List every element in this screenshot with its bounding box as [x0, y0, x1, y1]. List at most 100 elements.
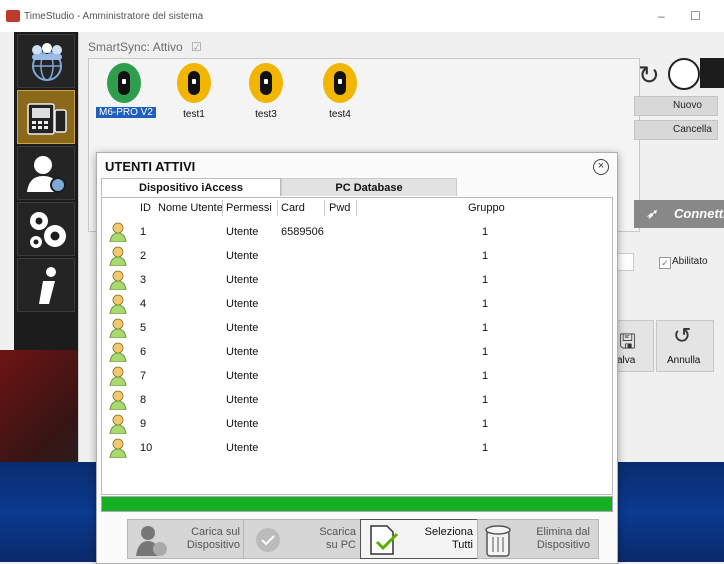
table-row[interactable]: 10 Utente 1 — [102, 436, 612, 460]
table-row[interactable]: 9 Utente 1 — [102, 412, 612, 436]
table-row[interactable]: 2 Utente 1 — [102, 244, 612, 268]
device-icon-test1[interactable] — [177, 63, 211, 103]
cell-id: 2 — [140, 250, 147, 262]
trash-icon — [485, 525, 511, 557]
device-icon-m6pro[interactable] — [107, 63, 141, 103]
save-button[interactable]: 🖫 alva — [612, 320, 654, 372]
select-all-icon — [370, 525, 399, 555]
cancel-edit-button[interactable]: ↺ Annulla — [656, 320, 714, 372]
maximize-button[interactable]: ☐ — [690, 9, 701, 23]
enabled-label: Abilitato — [672, 256, 708, 267]
connect-button[interactable]: ➶ Connetti — [634, 200, 724, 228]
device-label[interactable]: test3 — [238, 109, 294, 120]
device-icon-test4[interactable] — [323, 63, 357, 103]
cell-permissions: Utente — [226, 250, 259, 262]
cell-id: 5 — [140, 322, 147, 334]
user-settings-icon[interactable] — [17, 146, 75, 200]
progress-bar — [101, 496, 613, 512]
table-row[interactable]: 7 Utente 1 — [102, 364, 612, 388]
cell-permissions: Utente — [226, 226, 259, 238]
cell-permissions: Utente — [226, 370, 259, 382]
device-label[interactable]: test1 — [166, 109, 222, 120]
user-avatar-icon — [109, 342, 127, 362]
cell-group: 1 — [482, 394, 489, 406]
cell-group: 1 — [482, 250, 489, 262]
column-header[interactable]: ID — [140, 202, 151, 214]
cell-id: 1 — [140, 226, 147, 238]
cell-id: 10 — [140, 442, 153, 454]
user-avatar-icon — [109, 438, 127, 458]
cell-id: 7 — [140, 370, 147, 382]
users-table: ID Nome Utente Permessi Card Pwd Gruppo … — [101, 197, 613, 495]
smartsync-check-icon: ☑ — [191, 40, 202, 54]
select-all-button[interactable]: Seleziona Tutti — [360, 519, 482, 559]
info-icon[interactable] — [17, 258, 75, 312]
users-sync-icon[interactable] — [700, 58, 724, 88]
table-row[interactable]: 8 Utente 1 — [102, 388, 612, 412]
cell-permissions: Utente — [226, 442, 259, 454]
cell-id: 3 — [140, 274, 147, 286]
cell-permissions: Utente — [226, 346, 259, 358]
cell-group: 1 — [482, 274, 489, 286]
cell-group: 1 — [482, 370, 489, 382]
column-header[interactable]: Permessi — [226, 202, 272, 214]
column-header[interactable]: Pwd — [329, 202, 350, 214]
tab-device[interactable]: Dispositivo iAccess — [101, 178, 281, 196]
cell-id: 6 — [140, 346, 147, 358]
upload-to-device-button[interactable]: Carica sul Dispositivo — [127, 519, 249, 559]
device-label[interactable]: M6-PRO V2 — [96, 107, 156, 118]
device-label[interactable]: test4 — [312, 109, 368, 120]
column-header[interactable]: Nome Utente — [158, 202, 223, 214]
table-row[interactable]: 1 Utente 6589506 1 — [102, 220, 612, 244]
user-avatar-icon — [109, 246, 127, 266]
cell-permissions: Utente — [226, 298, 259, 310]
tab-pc-database[interactable]: PC Database — [281, 178, 457, 196]
undo-icon: ↺ — [673, 323, 692, 348]
cell-permissions: Utente — [226, 274, 259, 286]
users-network-icon[interactable] — [17, 34, 75, 88]
user-avatar-icon — [109, 270, 127, 290]
download-to-pc-button[interactable]: Scarica su PC — [243, 519, 365, 559]
column-header[interactable]: Gruppo — [468, 202, 505, 214]
cell-group: 1 — [482, 298, 489, 310]
user-avatar-icon — [109, 390, 127, 410]
table-row[interactable]: 5 Utente 1 — [102, 316, 612, 340]
window-title: TimeStudio - Amministratore del sistema — [24, 11, 204, 22]
cell-id: 8 — [140, 394, 147, 406]
cell-permissions: Utente — [226, 322, 259, 334]
terminal-device-icon[interactable] — [17, 90, 75, 144]
user-upload-icon — [136, 526, 167, 556]
cell-id: 4 — [140, 298, 147, 310]
clock-icon[interactable] — [668, 58, 700, 90]
user-avatar-icon — [109, 294, 127, 314]
dialog-title: UTENTI ATTIVI — [105, 159, 196, 174]
download-icon — [256, 528, 280, 552]
user-avatar-icon — [109, 414, 127, 434]
device-icon-test3[interactable] — [249, 63, 283, 103]
table-row[interactable]: 6 Utente 1 — [102, 340, 612, 364]
user-avatar-icon — [109, 222, 127, 242]
new-button[interactable]: Nuovo — [634, 96, 718, 116]
table-row[interactable]: 3 Utente 1 — [102, 268, 612, 292]
cell-permissions: Utente — [226, 394, 259, 406]
cell-group: 1 — [482, 418, 489, 430]
close-icon[interactable]: × — [593, 159, 609, 175]
cell-permissions: Utente — [226, 418, 259, 430]
enabled-checkbox[interactable]: ✓ — [659, 257, 671, 269]
user-avatar-icon — [109, 318, 127, 338]
refresh-icon[interactable]: ↻ — [638, 60, 660, 91]
cell-group: 1 — [482, 322, 489, 334]
gears-icon[interactable] — [17, 202, 75, 256]
title-bar: TimeStudio - Amministratore del sistema … — [0, 0, 724, 32]
delete-button[interactable]: Cancella — [634, 120, 718, 140]
active-users-dialog: UTENTI ATTIVI × Dispositivo iAccess PC D… — [96, 152, 618, 564]
cell-id: 9 — [140, 418, 147, 430]
cell-group: 1 — [482, 442, 489, 454]
column-header[interactable]: Card — [281, 202, 305, 214]
minimize-button[interactable]: – — [658, 9, 665, 23]
cell-group: 1 — [482, 346, 489, 358]
user-avatar-icon — [109, 366, 127, 386]
delete-from-device-button[interactable]: Elimina dal Dispositivo — [477, 519, 599, 559]
table-row[interactable]: 4 Utente 1 — [102, 292, 612, 316]
smartsync-status: SmartSync: Attivo ☑ — [88, 40, 202, 54]
